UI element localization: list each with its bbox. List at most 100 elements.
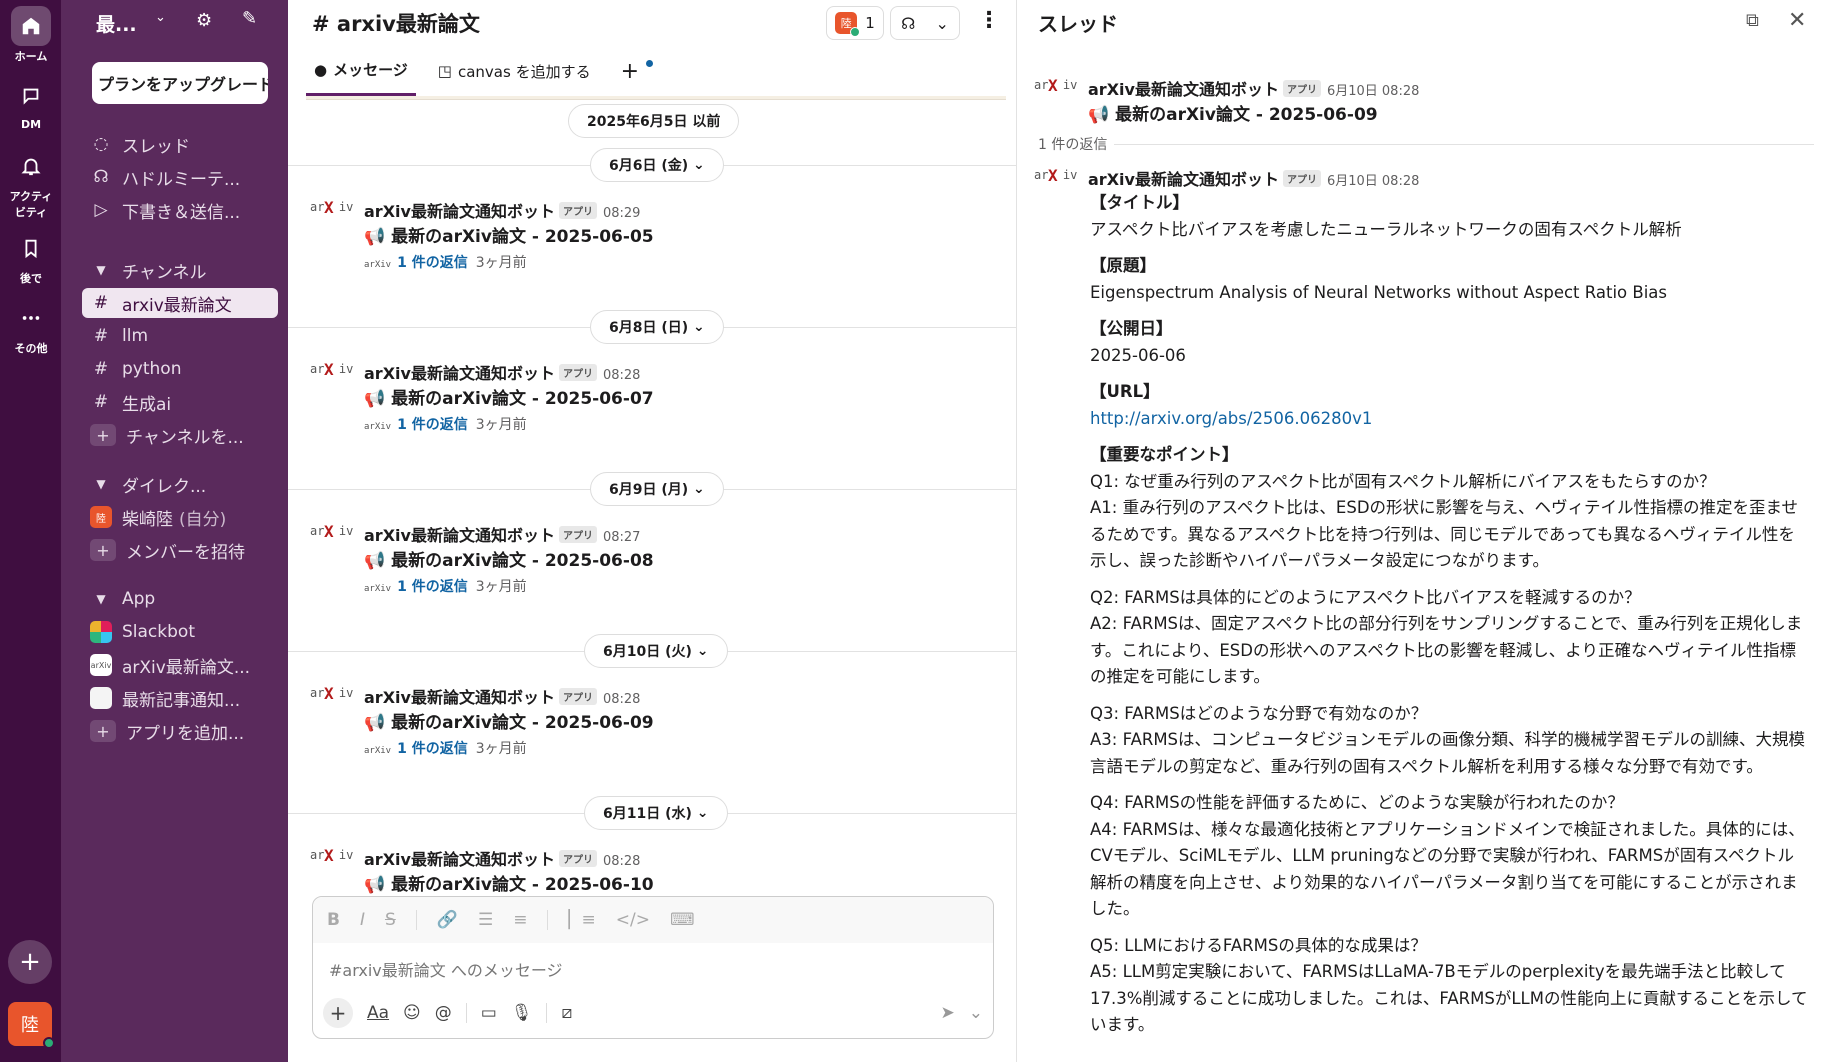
blockquote-icon[interactable]: ▏≡	[568, 910, 595, 930]
reply-link[interactable]: 1 件の返信	[397, 417, 468, 433]
gear-icon[interactable]: ⚙	[196, 10, 212, 31]
sender-name[interactable]: arXiv最新論文通知ボット	[1088, 170, 1279, 189]
huddle-button[interactable]: ☊ ⌄	[890, 6, 960, 40]
sidebar-app-slackbot[interactable]: Slackbot	[82, 617, 278, 647]
sidebar-add-channel[interactable]: + チャンネルを...	[82, 420, 278, 450]
close-icon[interactable]: ✕	[1788, 8, 1806, 33]
divider	[546, 1003, 548, 1023]
microphone-icon[interactable]: 🎙	[511, 1003, 533, 1023]
chevron-down-icon[interactable]: ⌄	[155, 10, 166, 25]
bold-icon[interactable]: B	[327, 910, 340, 930]
sidebar-section-dms[interactable]: ▼ ダイレク...	[82, 469, 278, 499]
reply-link[interactable]: 1 件の返信	[397, 255, 468, 271]
upgrade-plan-button[interactable]: プランをアップグレード	[92, 62, 268, 104]
sender-name[interactable]: arXiv最新論文通知ボット	[364, 526, 555, 545]
sender-name[interactable]: arXiv最新論文通知ボット	[364, 364, 555, 383]
emoji-icon[interactable]: ☺	[403, 1003, 421, 1023]
sidebar-dm-self[interactable]: 陸 柴崎陸 (自分)	[82, 502, 278, 532]
sender-name[interactable]: arXiv最新論文通知ボット	[364, 850, 555, 869]
sidebar-item-threads[interactable]: ◌ スレッド	[82, 129, 278, 159]
bullet-list-icon[interactable]: ≡	[513, 910, 527, 930]
sidebar-section-channels[interactable]: ▼ チャンネル	[82, 255, 278, 285]
sender-name[interactable]: arXiv最新論文通知ボット	[1088, 80, 1279, 99]
sidebar-channel-arxiv[interactable]: # arxiv最新論文	[82, 288, 278, 318]
ordered-list-icon[interactable]: ☰	[478, 910, 493, 930]
sidebar-section-apps[interactable]: ▼ App	[82, 584, 278, 614]
canvas-icon: ◳	[437, 62, 452, 80]
formatting-icon[interactable]: Aa	[367, 1003, 389, 1023]
compose-icon[interactable]: ✎	[242, 8, 257, 29]
add-workspace-button[interactable]: +	[8, 940, 52, 984]
sidebar-channel-python[interactable]: # python	[82, 354, 278, 384]
code-icon[interactable]: </>	[616, 910, 650, 930]
rail-later[interactable]: 後で	[0, 228, 62, 286]
members-button[interactable]: 陸 1	[826, 6, 884, 40]
strikethrough-icon[interactable]: S	[385, 910, 396, 930]
tab-messages[interactable]: ● メッセージ	[306, 56, 416, 96]
sidebar-add-app[interactable]: + アプリを追加...	[82, 716, 278, 746]
rail-dm[interactable]: DM	[0, 76, 62, 131]
message-text: 最新のarXiv論文 - 2025-06-07	[391, 389, 654, 409]
qa-item: Q1: なぜ重み行列のアスペクト比が固有スペクトル解析にバイアスをもたらすのか？…	[1090, 469, 1810, 575]
date-pill-earlier[interactable]: 2025年6月5日 以前	[568, 104, 740, 138]
date-label: 6月9日 (月)	[609, 482, 689, 498]
link-icon[interactable]: 🔗	[437, 910, 458, 930]
add-tab-button[interactable]: +	[613, 56, 654, 96]
sidebar: 最... ⌄ ⚙ ✎ プランをアップグレード ◌ スレッド ☊ ハドルミーテ..…	[62, 0, 288, 1062]
video-icon[interactable]: ▭	[481, 1003, 497, 1023]
mention-icon[interactable]: @	[435, 1003, 452, 1023]
timestamp[interactable]: 08:28	[603, 368, 640, 383]
timestamp[interactable]: 08:28	[603, 692, 640, 707]
chevron-down-icon[interactable]: ⌄	[969, 1003, 983, 1023]
attach-plus-icon[interactable]: +	[323, 998, 353, 1028]
timestamp[interactable]: 08:27	[603, 530, 640, 545]
date-pill[interactable]: 6月11日 (水) ⌄	[584, 796, 728, 830]
megaphone-icon: 📢	[364, 389, 386, 409]
sidebar-item-drafts[interactable]: ▷ 下書き＆送信...	[82, 195, 278, 225]
timestamp[interactable]: 08:29	[603, 206, 640, 221]
date-pill[interactable]: 6月9日 (月) ⌄	[590, 472, 724, 506]
channel-pane: # arxiv最新論文 陸 1 ☊ ⌄ ⋮ ● メッセージ ◳ canvas を…	[288, 0, 1017, 1062]
sender-name[interactable]: arXiv最新論文通知ボット	[364, 688, 555, 707]
arxiv-logo-icon: ar iv X	[310, 360, 354, 379]
reply-link[interactable]: 1 件の返信	[397, 579, 468, 595]
sender-name[interactable]: arXiv最新論文通知ボット	[364, 202, 555, 221]
reply-link[interactable]: 1 件の返信	[397, 741, 468, 757]
message-composer[interactable]: B I S 🔗 ☰ ≡ ▏≡ </> ⌨ #arxiv最新論文 へのメッセージ …	[312, 896, 994, 1039]
italic-icon[interactable]: I	[360, 910, 365, 930]
date-pill[interactable]: 6月10日 (火) ⌄	[584, 634, 728, 668]
send-icon[interactable]: ➤	[941, 1003, 955, 1023]
timestamp[interactable]: 6月10日 08:28	[1327, 174, 1419, 189]
user-avatar[interactable]: 陸	[8, 1002, 55, 1049]
sidebar-invite[interactable]: + メンバーを招待	[82, 535, 278, 565]
rail-activity[interactable]: アクティ ビティ	[0, 146, 62, 220]
timestamp[interactable]: 6月10日 08:28	[1327, 84, 1419, 99]
divider	[1114, 144, 1814, 145]
popout-icon[interactable]: ⧉	[1746, 10, 1759, 31]
paper-url-link[interactable]: http://arxiv.org/abs/2506.06280v1	[1090, 406, 1810, 433]
channel-title[interactable]: # arxiv最新論文	[312, 8, 480, 38]
qa-item: Q2: FARMSは具体的にどのようにアスペクト比バイアスを軽減するのか？ A2…	[1090, 585, 1810, 691]
sidebar-channel-llm[interactable]: # llm	[82, 321, 278, 351]
date-pill[interactable]: 6月6日 (金) ⌄	[590, 148, 724, 182]
slash-command-icon[interactable]: ⧄	[561, 1003, 572, 1023]
timestamp[interactable]: 08:28	[603, 854, 640, 869]
caret-down-icon: ▼	[96, 592, 106, 606]
message-input[interactable]: #arxiv最新論文 へのメッセージ	[329, 957, 563, 981]
code-block-icon[interactable]: ⌨	[670, 910, 695, 930]
dm-icon	[11, 76, 51, 116]
sidebar-item-huddles[interactable]: ☊ ハドルミーテ...	[82, 162, 278, 192]
section-heading: 【重要なポイント】	[1090, 445, 1239, 464]
rail-home[interactable]: ホーム	[0, 6, 62, 64]
workspace-name[interactable]: 最...	[96, 10, 137, 37]
sidebar-channel-genai[interactable]: # 生成ai	[82, 387, 278, 417]
date-pill[interactable]: 6月8日 (日) ⌄	[590, 310, 724, 344]
tab-add-canvas[interactable]: ◳ canvas を追加する	[430, 56, 599, 96]
arxiv-logo-icon: ar iv X	[1034, 76, 1078, 95]
kebab-menu-icon[interactable]: ⋮	[978, 8, 1000, 33]
hash-icon: #	[93, 392, 109, 412]
rail-more[interactable]: その他	[0, 298, 62, 356]
sidebar-app-arxiv[interactable]: arXiv arXiv最新論文...	[82, 650, 278, 680]
send-icon: ▷	[94, 200, 108, 220]
sidebar-app-articles[interactable]: 最新記事通知...	[82, 683, 278, 713]
